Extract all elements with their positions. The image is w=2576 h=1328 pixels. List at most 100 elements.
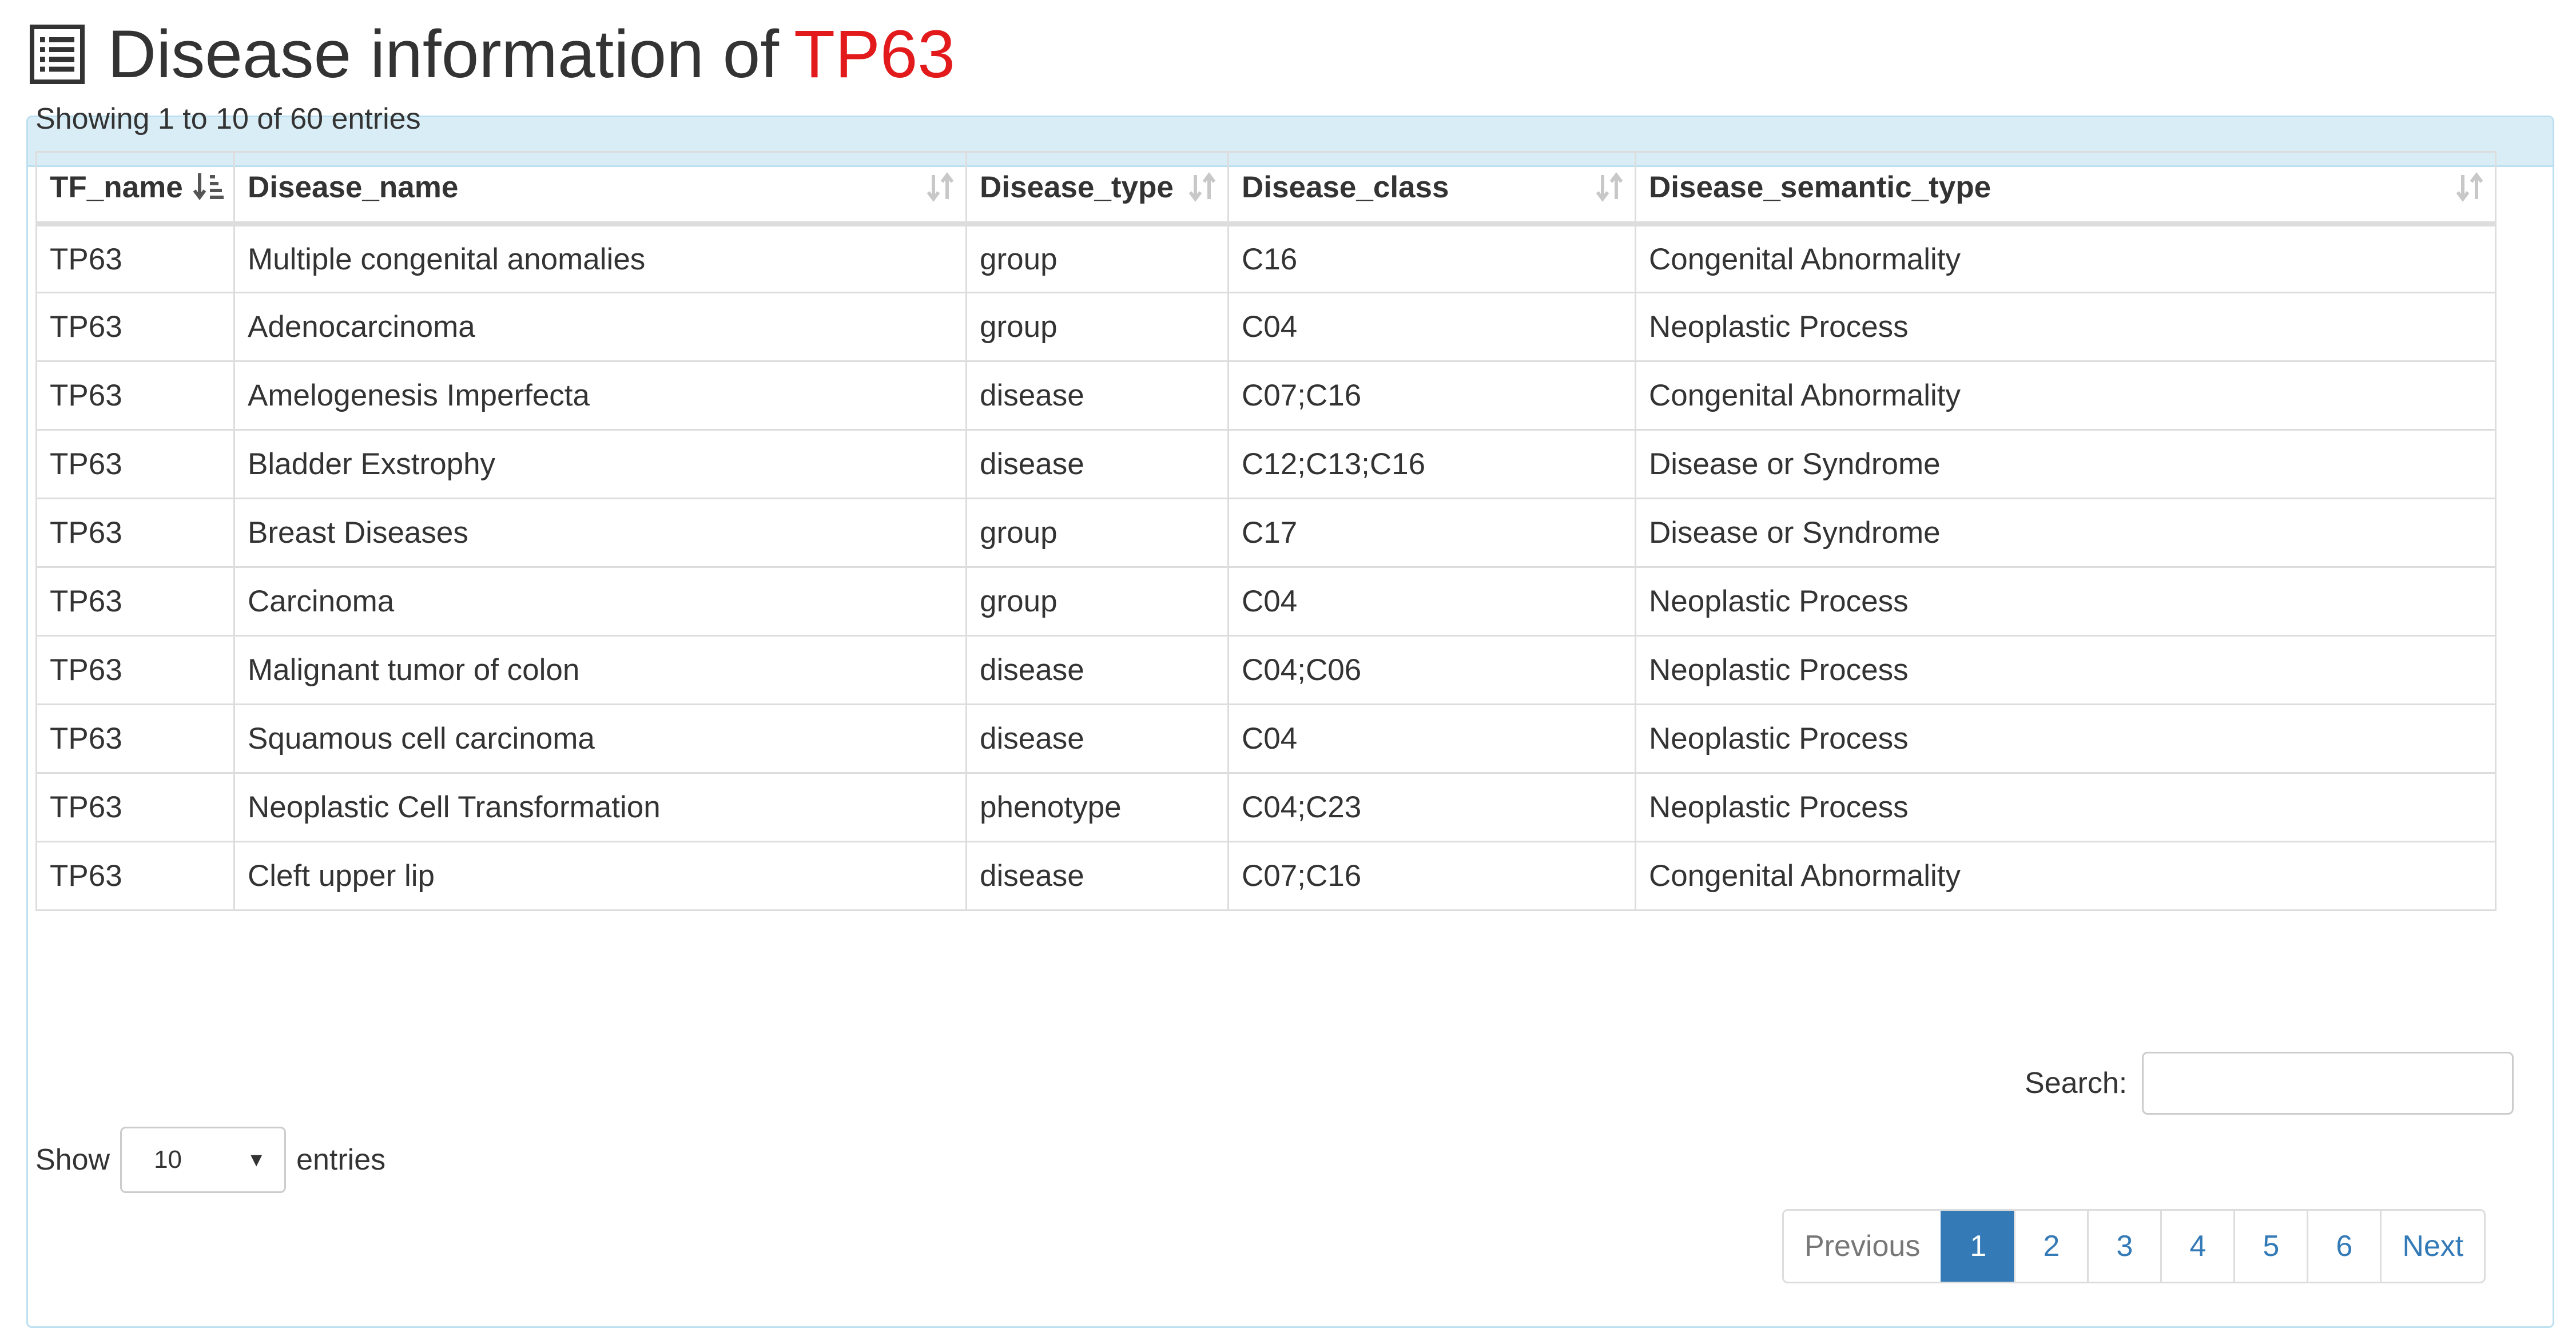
cell-tf-name: TP63 (35, 635, 235, 705)
cell-disease-class: C04 (1227, 292, 1636, 362)
cell-disease-name: Breast Diseases (233, 498, 967, 568)
cell-disease-class: C04 (1227, 703, 1636, 774)
cell-tf-name: TP63 (35, 429, 235, 499)
table-row: TP63 Bladder Exstrophy disease C12;C13;C16 D… (35, 429, 2497, 499)
cell-disease-type: disease (965, 703, 1229, 774)
cell-disease-semantic-type: Neoplastic Process (1635, 772, 2497, 842)
cell-tf-name: TP63 (35, 292, 235, 362)
cell-tf-name: TP63 (35, 223, 235, 293)
cell-disease-type: disease (965, 841, 1229, 911)
column-header-label: Disease_name (248, 170, 459, 204)
column-header-disease-type[interactable]: Disease_type (965, 151, 1229, 226)
entries-per-page-value: 10 (154, 1146, 182, 1174)
cell-tf-name: TP63 (35, 360, 235, 431)
pagination-page-4[interactable]: 4 (2160, 1211, 2234, 1282)
search-label: Search: (2025, 1067, 2128, 1100)
table-row: TP63 Neoplastic Cell Transformation phenot… (35, 772, 2497, 842)
cell-disease-type: group (965, 566, 1229, 637)
list-alt-icon (30, 25, 85, 84)
pagination-page-1[interactable]: 1 (1941, 1211, 2014, 1282)
table-body: TP63 Multiple congenital anomalies group C1… (35, 223, 2497, 911)
pagination-page-6[interactable]: 6 (2307, 1211, 2380, 1282)
table-row: TP63 Multiple congenital anomalies group C1… (35, 223, 2497, 293)
cell-disease-class: C12;C13;C16 (1227, 429, 1636, 499)
cell-tf-name: TP63 (35, 566, 235, 637)
column-header-disease-class[interactable]: Disease_class (1227, 151, 1636, 226)
cell-tf-name: TP63 (35, 841, 235, 911)
cell-disease-name: Cleft upper lip (233, 841, 967, 911)
cell-disease-name: Carcinoma (233, 566, 967, 637)
entries-per-page-select[interactable]: 10 ▼ (120, 1127, 287, 1193)
cell-disease-type: disease (965, 635, 1229, 705)
cell-disease-type: group (965, 292, 1229, 362)
column-header-disease-name[interactable]: Disease_name (233, 151, 967, 226)
table-row: TP63 Amelogenesis Imperfecta disease C07;C1… (35, 360, 2497, 431)
column-header-label: Disease_semantic_type (1649, 170, 1991, 204)
table-row: TP63 Adenocarcinoma group C04 Neoplastic Pro… (35, 292, 2497, 362)
cell-tf-name: TP63 (35, 772, 235, 842)
disease-table: TF_name Disease_name Disease_type Disease_c… (35, 151, 2497, 911)
table-row: TP63 Cleft upper lip disease C07;C16 Congeni… (35, 841, 2497, 911)
sort-ascending-icon (193, 173, 224, 200)
table-row: TP63 Carcinoma group C04 Neoplastic Process (35, 566, 2497, 637)
page-title-text: Disease information of (108, 17, 780, 92)
cell-disease-name: Adenocarcinoma (233, 292, 967, 362)
cell-disease-class: C17 (1227, 498, 1636, 568)
pagination-page-2[interactable]: 2 (2014, 1211, 2088, 1282)
sort-both-icon (1596, 172, 1623, 202)
cell-disease-class: C07;C16 (1227, 360, 1636, 431)
pagination: Previous 1 2 3 4 5 6 Next (1782, 1209, 2486, 1283)
cell-disease-name: Neoplastic Cell Transformation (233, 772, 967, 842)
cell-disease-semantic-type: Neoplastic Process (1635, 566, 2497, 637)
table-row: TP63 Malignant tumor of colon disease C04;C… (35, 635, 2497, 705)
cell-disease-semantic-type: Disease or Syndrome (1635, 498, 2497, 568)
column-header-tf-name[interactable]: TF_name (35, 151, 235, 226)
cell-disease-name: Squamous cell carcinoma (233, 703, 967, 774)
cell-disease-class: C04;C23 (1227, 772, 1636, 842)
cell-disease-semantic-type: Disease or Syndrome (1635, 429, 2497, 499)
sort-both-icon (927, 172, 954, 202)
cell-disease-name: Bladder Exstrophy (233, 429, 967, 499)
table-info: Showing 1 to 10 of 60 entries (35, 102, 421, 136)
cell-disease-class: C16 (1227, 223, 1636, 293)
length-control: Show 10 ▼ entries (35, 1127, 385, 1193)
column-header-label: Disease_class (1242, 170, 1449, 204)
cell-disease-class: C07;C16 (1227, 841, 1636, 911)
cell-disease-type: group (965, 498, 1229, 568)
pagination-previous[interactable]: Previous (1784, 1211, 1941, 1282)
cell-disease-semantic-type: Congenital Abnormality (1635, 841, 2497, 911)
table-header-row: TF_name Disease_name Disease_type Disease_c… (35, 151, 2497, 226)
column-header-label: Disease_type (980, 170, 1174, 204)
cell-tf-name: TP63 (35, 703, 235, 774)
gene-name: TP63 (794, 17, 956, 92)
cell-disease-semantic-type: Neoplastic Process (1635, 635, 2497, 705)
table-row: TP63 Breast Diseases group C17 Disease or Sy… (35, 498, 2497, 568)
pagination-next[interactable]: Next (2380, 1211, 2484, 1282)
cell-disease-type: phenotype (965, 772, 1229, 842)
cell-disease-semantic-type: Congenital Abnormality (1635, 360, 2497, 431)
caret-down-icon: ▼ (247, 1148, 267, 1171)
pagination-page-3[interactable]: 3 (2087, 1211, 2161, 1282)
cell-disease-class: C04 (1227, 566, 1636, 637)
cell-disease-type: disease (965, 360, 1229, 431)
sort-both-icon (1188, 172, 1216, 202)
cell-disease-class: C04;C06 (1227, 635, 1636, 705)
search-input[interactable] (2142, 1052, 2514, 1115)
cell-disease-name: Malignant tumor of colon (233, 635, 967, 705)
cell-disease-semantic-type: Neoplastic Process (1635, 703, 2497, 774)
search-area: Search: (2025, 1050, 2514, 1116)
cell-tf-name: TP63 (35, 498, 235, 568)
cell-disease-type: disease (965, 429, 1229, 499)
column-header-disease-semantic-type[interactable]: Disease_semantic_type (1635, 151, 2497, 226)
cell-disease-type: group (965, 223, 1229, 293)
show-label: Show (35, 1143, 110, 1176)
entries-label: entries (296, 1143, 386, 1176)
page-title: Disease information of TP63 (30, 11, 955, 97)
cell-disease-semantic-type: Neoplastic Process (1635, 292, 2497, 362)
cell-disease-name: Multiple congenital anomalies (233, 223, 967, 293)
pagination-page-5[interactable]: 5 (2233, 1211, 2307, 1282)
cell-disease-name: Amelogenesis Imperfecta (233, 360, 967, 431)
table-row: TP63 Squamous cell carcinoma disease C04 Neo… (35, 703, 2497, 774)
sort-both-icon (2456, 172, 2483, 202)
cell-disease-semantic-type: Congenital Abnormality (1635, 223, 2497, 293)
